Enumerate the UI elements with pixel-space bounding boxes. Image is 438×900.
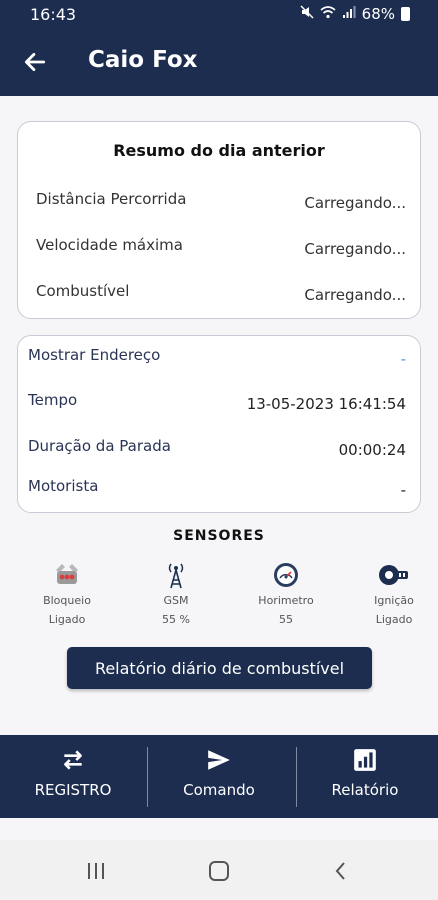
sensors-title: SENSORES [173, 528, 265, 544]
nav-label: REGISTRO [34, 781, 112, 799]
swap-icon [64, 750, 82, 770]
battery-icon [401, 7, 410, 21]
sensor-value: 55 [279, 613, 293, 626]
nav-label: Relatório [331, 781, 399, 799]
sensor-gsm: GSM 55 % [131, 560, 221, 626]
sensor-value: Ligado [48, 613, 86, 626]
nav-divider [296, 747, 297, 807]
summary-label: Combustível [36, 282, 130, 300]
summary-title: Resumo do dia anterior [113, 141, 325, 160]
info-value: - [400, 350, 406, 368]
back-arrow-icon[interactable] [22, 49, 48, 75]
info-card: Mostrar Endereço - Tempo 13-05-2023 16:4… [17, 335, 421, 513]
summary-card: Resumo do dia anterior Distância Percorr… [17, 121, 421, 319]
summary-label: Velocidade máxima [36, 236, 183, 254]
info-value: 13-05-2023 16:41:54 [246, 395, 406, 413]
summary-value: Carregando... [304, 240, 406, 258]
system-nav-bar [0, 840, 438, 900]
nav-divider [147, 747, 148, 807]
bottom-nav: REGISTRO Comando Relatório [0, 735, 438, 818]
sensor-name: Horimetro [258, 594, 314, 607]
home-icon[interactable] [207, 860, 231, 882]
status-icons: 68% [300, 5, 410, 23]
info-label: Duração da Parada [28, 437, 171, 455]
info-value: - [400, 481, 406, 499]
mute-icon [300, 5, 314, 23]
status-bar: 16:43 68% [0, 0, 438, 30]
status-time: 16:43 [30, 5, 77, 24]
system-back-icon[interactable] [332, 860, 350, 882]
nav-comando[interactable]: Comando [146, 735, 292, 818]
nav-label: Comando [183, 781, 255, 799]
recent-apps-icon[interactable] [86, 860, 106, 882]
page-title: Caio Fox [88, 47, 198, 73]
battery-percent: 68% [361, 5, 395, 23]
app-bar: Caio Fox [0, 30, 438, 96]
sensor-block: Bloqueio Ligado [22, 560, 112, 626]
nav-registro[interactable]: REGISTRO [0, 735, 146, 818]
info-value: 00:00:24 [338, 441, 406, 459]
sensor-hourmeter: Horimetro 55 [241, 560, 331, 626]
engine-block-icon [56, 564, 78, 584]
summary-value: Carregando... [304, 194, 406, 212]
send-icon [208, 750, 230, 770]
sensor-name: Ignição [374, 594, 414, 607]
info-label[interactable]: Mostrar Endereço [28, 346, 160, 364]
antenna-icon [168, 563, 184, 589]
info-label: Tempo [28, 391, 78, 409]
bar-chart-icon [354, 749, 376, 771]
ignition-icon [379, 565, 408, 585]
sensor-ignition: Ignição Ligado [349, 560, 438, 626]
info-label: Motorista [28, 477, 99, 495]
signal-icon [342, 5, 356, 23]
gauge-icon [274, 563, 298, 587]
sensor-value: Ligado [375, 613, 413, 626]
nav-relatorio[interactable]: Relatório [292, 735, 438, 818]
sensor-name: Bloqueio [43, 594, 91, 607]
fuel-report-button[interactable]: Relatório diário de combustível [67, 647, 372, 689]
summary-label: Distância Percorrida [36, 190, 187, 208]
sensor-value: 55 % [162, 613, 190, 626]
sensor-name: GSM [163, 594, 189, 607]
wifi-icon [320, 5, 336, 23]
summary-value: Carregando... [304, 286, 406, 304]
